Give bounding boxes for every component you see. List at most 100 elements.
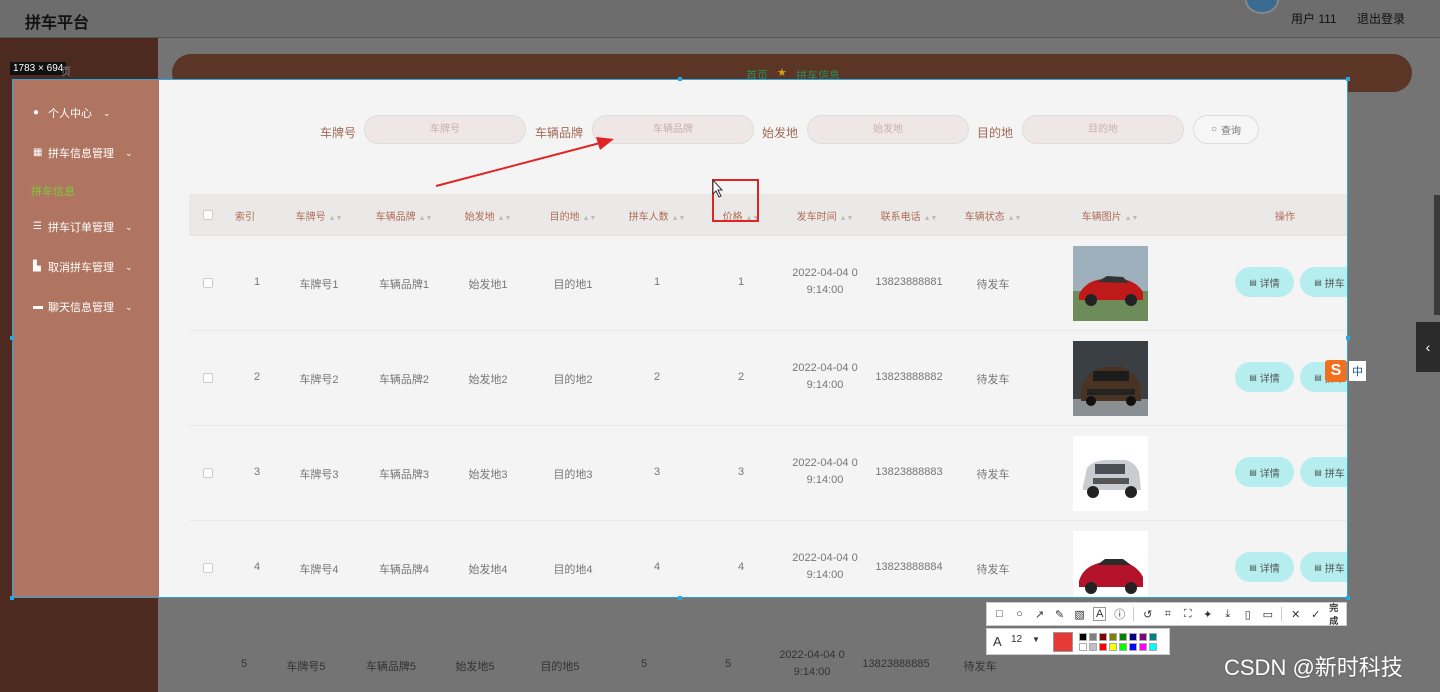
color-swatch[interactable] <box>1119 633 1127 641</box>
ime-toolbar[interactable]: S 中 <box>1325 360 1366 382</box>
detail-button[interactable]: ▤ 详情 <box>1235 267 1294 297</box>
row-origin: 始发地5 <box>455 661 495 673</box>
color-swatch[interactable] <box>1109 643 1117 651</box>
sidebar-subitem-carpool-info[interactable]: 拼车信息 <box>31 183 75 199</box>
bookmark-icon[interactable]: ▭ <box>1261 608 1274 621</box>
search-icon: ○ <box>1210 124 1218 135</box>
column-header[interactable]: 车辆状态 ▲▼ <box>965 208 1022 223</box>
ellipse-tool-icon[interactable]: ○ <box>1013 608 1026 620</box>
detail-button[interactable]: ▤ 详情 <box>1235 552 1294 582</box>
collapse-panel-button[interactable]: ‹ <box>1416 322 1440 372</box>
color-swatch[interactable] <box>1099 643 1107 651</box>
color-swatch[interactable] <box>1149 633 1157 641</box>
done-button[interactable]: 完成 <box>1329 601 1346 627</box>
sidebar-item-personal[interactable]: ● 个人中心 ⌄ <box>33 105 111 121</box>
check-icon[interactable]: ✓ <box>1309 608 1322 621</box>
avatar[interactable] <box>1245 0 1279 14</box>
dropdown-arrow-icon[interactable]: ▼ <box>1032 635 1040 644</box>
row-checkbox[interactable] <box>203 563 213 573</box>
pen-tool-icon[interactable]: ✎ <box>1053 608 1066 621</box>
row-checkbox[interactable] <box>203 373 213 383</box>
briefcase-icon: ▬ <box>33 301 43 312</box>
row-time: 2022-04-04 0 9:14:00 <box>792 360 857 394</box>
sidebar-item-chat[interactable]: ▬ 聊天信息管理 ⌄ <box>33 299 133 315</box>
screenshot-selection[interactable]: ● 个人中心 ⌄ ▦ 拼车信息管理 ⌄ 拼车信息 ☰ 拼车订单管理 ⌄ ▙ 取消… <box>12 79 1348 598</box>
text-tool-icon[interactable]: A <box>1093 607 1107 621</box>
column-header[interactable]: 拼车人数 ▲▼ <box>629 208 686 223</box>
car-image[interactable] <box>1073 531 1148 597</box>
grid-icon: ▦ <box>33 147 43 158</box>
color-swatch[interactable] <box>1079 643 1087 651</box>
chevron-down-icon: ⌄ <box>125 261 133 272</box>
color-swatch[interactable] <box>1139 633 1147 641</box>
resize-handle[interactable] <box>10 336 14 340</box>
dest-input[interactable] <box>1022 115 1184 144</box>
undo-icon[interactable]: ↺ <box>1141 608 1154 621</box>
row-origin: 始发地4 <box>468 564 508 576</box>
rectangle-tool-icon[interactable]: □ <box>993 608 1006 620</box>
carpool-button[interactable]: ▤拼车 <box>1300 457 1347 487</box>
scan-icon[interactable]: ⛶ <box>1181 608 1194 621</box>
select-all-checkbox[interactable] <box>203 210 213 220</box>
color-swatch[interactable] <box>1089 643 1097 651</box>
sort-icon: ▲▼ <box>497 215 512 222</box>
detail-button[interactable]: ▤ 详情 <box>1235 362 1294 392</box>
annotation-arrow <box>435 137 614 187</box>
column-header[interactable]: 始发地 ▲▼ <box>465 208 512 223</box>
close-icon[interactable]: ✕ <box>1289 608 1302 621</box>
row-plate: 车牌号4 <box>299 564 339 576</box>
column-header[interactable]: 车牌号 ▲▼ <box>296 208 343 223</box>
carpool-button[interactable]: ▤拼车 <box>1300 552 1347 582</box>
resize-handle[interactable] <box>678 77 682 81</box>
column-header[interactable]: 车辆品牌 ▲▼ <box>376 208 433 223</box>
sidebar-item-carpool-info[interactable]: ▦ 拼车信息管理 ⌄ <box>33 145 133 161</box>
row-checkbox[interactable] <box>203 468 213 478</box>
ocr-icon[interactable]: ⌗ <box>1161 608 1174 621</box>
color-swatch[interactable] <box>1129 643 1137 651</box>
download-icon[interactable]: ⤓ <box>1221 608 1234 621</box>
ime-mode[interactable]: 中 <box>1349 361 1366 381</box>
color-swatch[interactable] <box>1149 643 1157 651</box>
carpool-button[interactable]: ▤拼车 <box>1300 267 1347 297</box>
resize-handle[interactable] <box>10 596 14 600</box>
resize-handle[interactable] <box>678 596 682 600</box>
resize-handle[interactable] <box>1346 336 1350 340</box>
row-checkbox[interactable] <box>203 278 213 288</box>
table-row: 2 车牌号2 车辆品牌2 始发地2 目的地2 2 2 2022-04-04 0 9:14:00 1… <box>189 331 1347 426</box>
car-image[interactable] <box>1073 436 1148 511</box>
row-time-date: 2022-04-04 0 <box>779 649 845 661</box>
row-plate: 车牌号5 <box>286 661 326 673</box>
color-swatch[interactable] <box>1099 633 1107 641</box>
resize-handle[interactable] <box>1346 77 1350 81</box>
column-header[interactable]: 车辆图片 ▲▼ <box>1082 208 1139 223</box>
resize-handle[interactable] <box>1346 596 1350 600</box>
logout-link[interactable]: 退出登录 <box>1357 10 1405 27</box>
arrow-tool-icon[interactable]: ↗ <box>1033 608 1046 621</box>
row-status: 待发车 <box>976 374 1010 386</box>
car-image[interactable] <box>1073 246 1148 321</box>
color-swatch[interactable] <box>1079 633 1087 641</box>
column-header[interactable]: 目的地 ▲▼ <box>550 208 597 223</box>
detail-button[interactable]: ▤ 详情 <box>1235 457 1294 487</box>
current-color-swatch[interactable] <box>1053 632 1073 652</box>
query-button[interactable]: ○ 查询 <box>1193 115 1259 144</box>
number-tool-icon[interactable]: ⓘ <box>1113 606 1126 622</box>
row-index: 3 <box>253 466 261 478</box>
color-swatch[interactable] <box>1139 643 1147 651</box>
color-swatch[interactable] <box>1119 643 1127 651</box>
color-swatch[interactable] <box>1089 633 1097 641</box>
car-image[interactable] <box>1073 341 1148 416</box>
sidebar-item-orders[interactable]: ☰ 拼车订单管理 ⌄ <box>33 219 133 235</box>
column-header-label: 目的地 <box>549 212 580 223</box>
scrollbar[interactable] <box>1434 195 1440 315</box>
color-swatch[interactable] <box>1109 633 1117 641</box>
mosaic-tool-icon[interactable]: ▧ <box>1073 608 1086 621</box>
color-swatch[interactable] <box>1129 633 1137 641</box>
save-icon[interactable]: ▯ <box>1241 608 1254 621</box>
pin-icon[interactable]: ✦ <box>1201 608 1214 621</box>
sidebar-item-cancel[interactable]: ▙ 取消拼车管理 ⌄ <box>33 259 133 275</box>
origin-input[interactable] <box>807 115 969 144</box>
column-header[interactable]: 联系电话 ▲▼ <box>881 208 938 223</box>
column-header[interactable]: 发车时间 ▲▼ <box>797 208 854 223</box>
font-size-select[interactable]: 12 <box>1011 634 1031 645</box>
